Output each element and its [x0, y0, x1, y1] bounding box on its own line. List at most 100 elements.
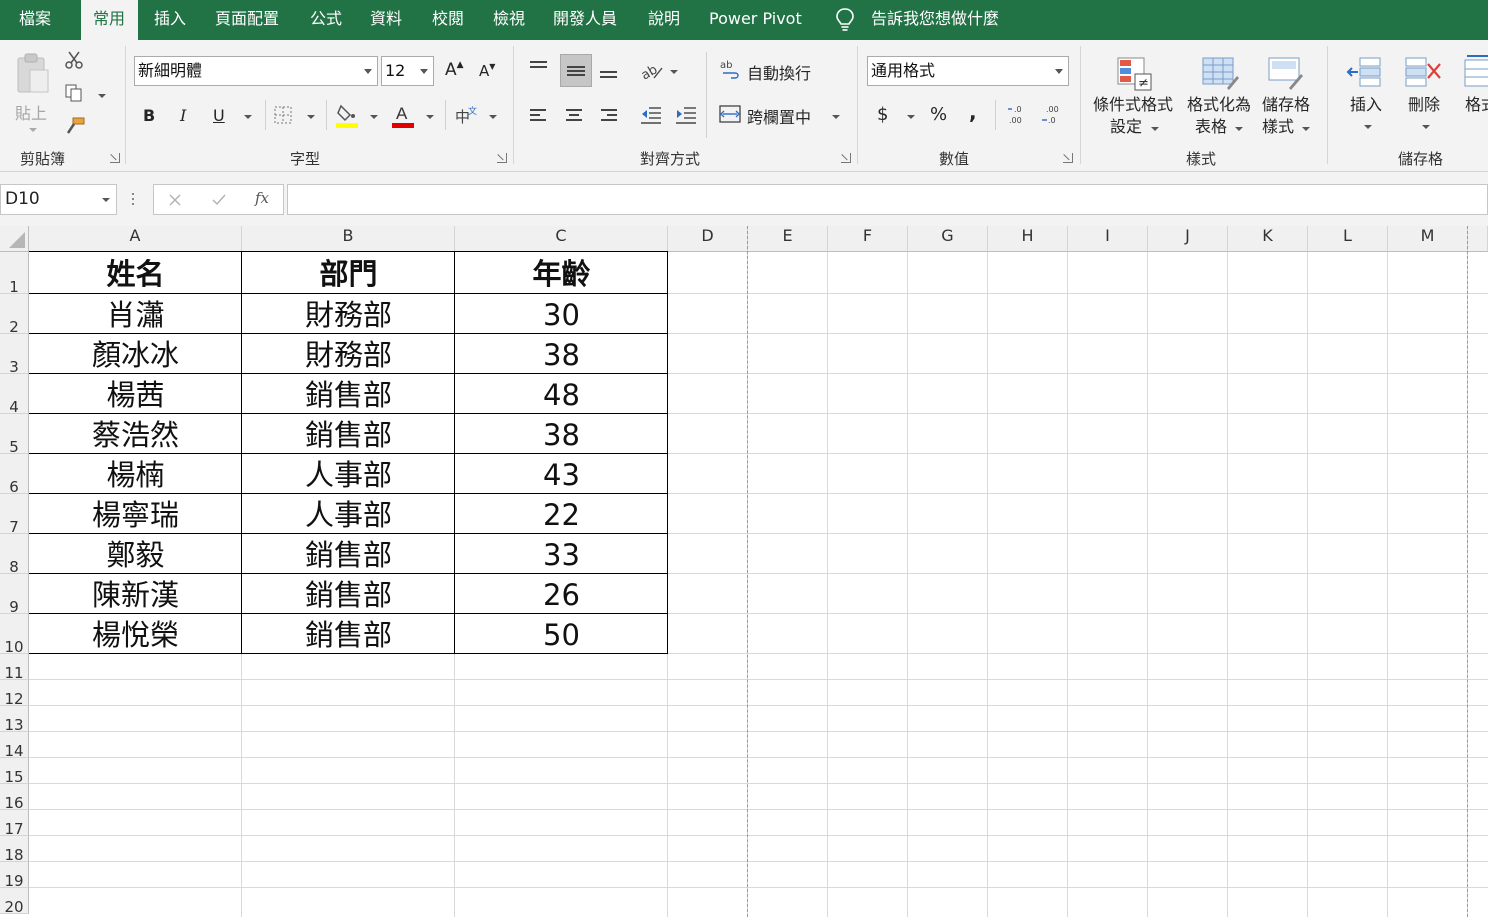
orientation-icon[interactable]: ab	[640, 60, 664, 82]
row-header-20[interactable]: 20	[0, 888, 29, 916]
underline-dropdown-caret[interactable]	[244, 115, 252, 119]
cell-styles-button[interactable]: 儲存格 樣式	[1259, 50, 1319, 142]
table-cell[interactable]: 銷售部	[242, 534, 455, 574]
increase-decimal-icon[interactable]: .0 .00	[1006, 103, 1028, 127]
align-top-button[interactable]	[527, 56, 551, 82]
row-header-5[interactable]: 5	[0, 414, 29, 456]
resize-handle[interactable]	[132, 193, 135, 206]
column-header-k[interactable]: K	[1228, 226, 1308, 252]
row-header-15[interactable]: 15	[0, 758, 29, 786]
phonetic-dropdown-caret[interactable]	[489, 115, 497, 119]
clipboard-launcher-icon[interactable]	[110, 153, 120, 163]
table-cell[interactable]: 銷售部	[242, 414, 455, 454]
table-cell[interactable]: 財務部	[242, 334, 455, 374]
wrap-text-button[interactable]: 自動換行	[747, 60, 811, 84]
table-cell[interactable]: 銷售部	[242, 374, 455, 414]
table-cell[interactable]: 楊茜	[29, 374, 242, 414]
format-painter-icon[interactable]	[64, 116, 86, 136]
alignment-launcher-icon[interactable]	[841, 153, 851, 163]
row-header-18[interactable]: 18	[0, 836, 29, 864]
name-box[interactable]: D10	[0, 184, 117, 215]
row-header-3[interactable]: 3	[0, 334, 29, 376]
tab-review[interactable]: 校閱	[432, 0, 464, 40]
underline-button[interactable]: U	[213, 106, 225, 125]
tab-help[interactable]: 說明	[648, 0, 680, 40]
tab-home[interactable]: 常用	[81, 0, 138, 41]
borders-dropdown-caret[interactable]	[307, 115, 315, 119]
row-header-13[interactable]: 13	[0, 706, 29, 734]
row-header-1[interactable]: 1	[0, 252, 29, 296]
insert-cells-button[interactable]: 插入	[1340, 50, 1392, 142]
conditional-formatting-button[interactable]: ≠ 條件式格式 設定	[1089, 50, 1181, 142]
row-header-6[interactable]: 6	[0, 454, 29, 496]
column-header-overflow[interactable]	[1468, 226, 1488, 252]
accounting-dropdown-caret[interactable]	[907, 115, 915, 119]
row-header-9[interactable]: 9	[0, 574, 29, 616]
tab-view[interactable]: 檢視	[493, 0, 525, 40]
table-cell[interactable]: 陳新漢	[29, 574, 242, 614]
table-cell[interactable]: 銷售部	[242, 614, 455, 654]
row-header-17[interactable]: 17	[0, 810, 29, 838]
table-cell[interactable]: 43	[455, 454, 668, 494]
formula-input[interactable]	[287, 184, 1488, 215]
table-header-cell[interactable]: 部門	[242, 252, 455, 294]
increase-indent-icon[interactable]	[675, 104, 697, 126]
copy-icon[interactable]	[64, 83, 84, 103]
table-cell[interactable]: 人事部	[242, 494, 455, 534]
tab-file[interactable]: 檔案	[19, 0, 51, 40]
table-header-cell[interactable]: 年齡	[455, 252, 668, 294]
row-header-2[interactable]: 2	[0, 294, 29, 336]
cancel-icon[interactable]	[169, 194, 181, 206]
fill-color-dropdown-caret[interactable]	[370, 115, 378, 119]
align-right-button[interactable]	[597, 104, 621, 128]
table-cell[interactable]: 楊寧瑞	[29, 494, 242, 534]
table-cell[interactable]: 30	[455, 294, 668, 334]
font-launcher-icon[interactable]	[497, 153, 507, 163]
table-cell[interactable]: 22	[455, 494, 668, 534]
paste-button[interactable]: 貼上	[6, 48, 58, 140]
align-bottom-button[interactable]	[597, 56, 621, 86]
column-header-c[interactable]: C	[455, 226, 668, 252]
column-header-e[interactable]: E	[748, 226, 828, 252]
tab-data[interactable]: 資料	[370, 0, 402, 40]
table-cell[interactable]: 26	[455, 574, 668, 614]
tab-formulas[interactable]: 公式	[310, 0, 342, 40]
row-header-12[interactable]: 12	[0, 680, 29, 708]
table-cell[interactable]: 銷售部	[242, 574, 455, 614]
orientation-dropdown-caret[interactable]	[670, 70, 678, 74]
row-header-7[interactable]: 7	[0, 494, 29, 536]
table-cell[interactable]: 人事部	[242, 454, 455, 494]
row-header-16[interactable]: 16	[0, 784, 29, 812]
phonetic-guide-icon[interactable]: 中 文	[454, 104, 478, 128]
format-cells-button[interactable]: 格式	[1458, 50, 1488, 142]
tell-me-search[interactable]: 告訴我您想做什麼	[871, 0, 999, 40]
italic-button[interactable]: I	[180, 106, 186, 125]
tab-developer[interactable]: 開發人員	[553, 0, 617, 40]
table-cell[interactable]: 蔡浩然	[29, 414, 242, 454]
font-size-dropdown[interactable]: 12	[381, 56, 434, 86]
table-cell[interactable]: 50	[455, 614, 668, 654]
percent-style-button[interactable]: %	[930, 104, 947, 125]
table-cell[interactable]: 鄭毅	[29, 534, 242, 574]
row-header-10[interactable]: 10	[0, 614, 29, 656]
align-center-button[interactable]	[562, 104, 586, 128]
font-color-dropdown-caret[interactable]	[426, 115, 434, 119]
decrease-font-size-icon[interactable]: A▼	[479, 62, 495, 80]
table-cell[interactable]: 顏冰冰	[29, 334, 242, 374]
number-launcher-icon[interactable]	[1063, 153, 1073, 163]
table-cell[interactable]: 48	[455, 374, 668, 414]
delete-cells-button[interactable]: 刪除	[1398, 50, 1450, 142]
column-header-l[interactable]: L	[1308, 226, 1388, 252]
column-header-a[interactable]: A	[29, 226, 242, 252]
column-header-j[interactable]: J	[1148, 226, 1228, 252]
table-cell[interactable]: 財務部	[242, 294, 455, 334]
row-header-14[interactable]: 14	[0, 732, 29, 760]
row-header-19[interactable]: 19	[0, 862, 29, 890]
table-cell[interactable]: 楊悅榮	[29, 614, 242, 654]
decrease-decimal-icon[interactable]: .00 .0	[1040, 103, 1062, 127]
tab-page-layout[interactable]: 頁面配置	[215, 0, 279, 40]
table-cell[interactable]: 楊楠	[29, 454, 242, 494]
increase-font-size-icon[interactable]: A▲	[445, 60, 464, 80]
merge-center-button[interactable]: 跨欄置中	[747, 104, 811, 128]
decrease-indent-icon[interactable]	[640, 104, 662, 126]
